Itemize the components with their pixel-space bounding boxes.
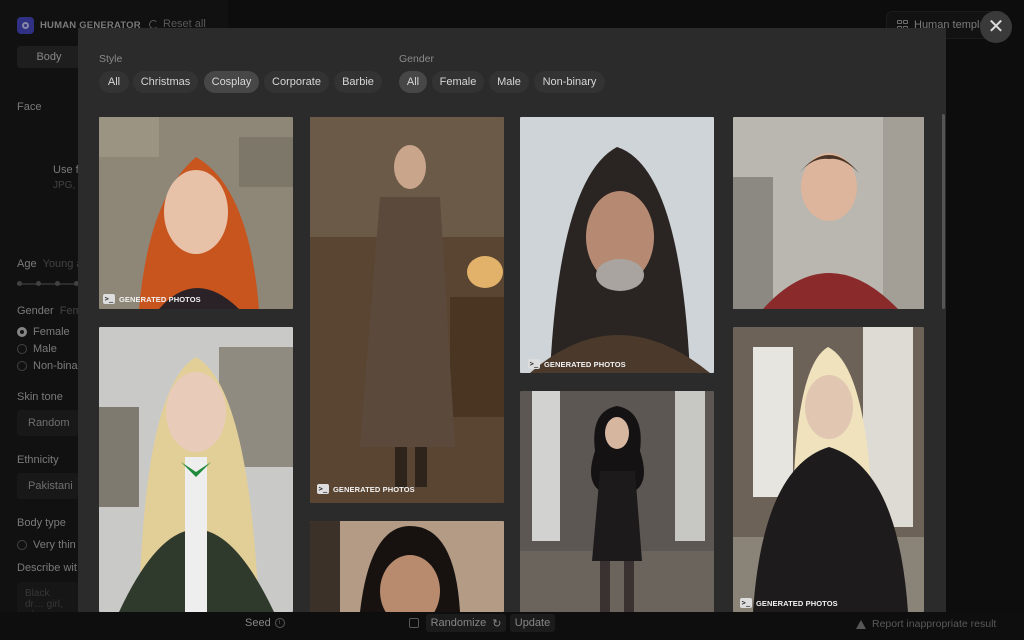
template-photo bbox=[99, 327, 293, 612]
template-card-4[interactable] bbox=[733, 117, 924, 309]
close-icon: ✕ bbox=[987, 16, 1005, 38]
watermark-icon: >_ bbox=[103, 294, 115, 304]
template-card-3[interactable]: >_ GENERATED PHOTOS bbox=[520, 117, 714, 373]
template-card-7[interactable] bbox=[520, 391, 714, 612]
template-photo bbox=[733, 327, 924, 612]
template-card-1[interactable]: >_ GENERATED PHOTOS bbox=[99, 117, 293, 309]
template-photo bbox=[99, 117, 293, 309]
template-photo bbox=[733, 117, 924, 309]
style-chip-barbie[interactable]: Barbie bbox=[334, 71, 382, 93]
template-photo bbox=[520, 391, 714, 612]
watermark-icon: >_ bbox=[740, 598, 752, 608]
style-filter-label: Style bbox=[99, 53, 123, 65]
style-chip-cosplay[interactable]: Cosplay bbox=[204, 71, 259, 93]
gender-chip-nonbinary[interactable]: Non-binary bbox=[534, 71, 605, 93]
gender-chip-female[interactable]: Female bbox=[432, 71, 484, 93]
watermark-icon: >_ bbox=[317, 484, 329, 494]
gender-chip-male[interactable]: Male bbox=[489, 71, 529, 93]
watermark-text: GENERATED PHOTOS bbox=[119, 294, 201, 304]
close-modal-button[interactable]: ✕ bbox=[980, 11, 1012, 43]
template-card-2[interactable]: >_ GENERATED PHOTOS bbox=[310, 117, 504, 503]
generated-photos-watermark: >_ GENERATED PHOTOS bbox=[103, 294, 201, 304]
generated-photos-watermark: >_ GENERATED PHOTOS bbox=[317, 484, 415, 494]
style-chip-all[interactable]: All bbox=[99, 71, 129, 93]
generated-photos-watermark: >_ GENERATED PHOTOS bbox=[740, 598, 838, 608]
gender-filter-label: Gender bbox=[399, 53, 435, 65]
gender-chip-all[interactable]: All bbox=[399, 71, 427, 93]
template-card-8[interactable]: >_ GENERATED PHOTOS bbox=[733, 327, 924, 612]
watermark-text: GENERATED PHOTOS bbox=[333, 484, 415, 494]
template-card-5[interactable] bbox=[99, 327, 293, 612]
style-chip-corporate[interactable]: Corporate bbox=[264, 71, 329, 93]
template-photo bbox=[310, 117, 504, 503]
watermark-text: GENERATED PHOTOS bbox=[756, 598, 838, 608]
generated-photos-watermark: >_ GENERATED PHOTOS bbox=[528, 359, 626, 369]
watermark-icon: >_ bbox=[528, 359, 540, 369]
style-chip-christmas[interactable]: Christmas bbox=[133, 71, 198, 93]
template-photo bbox=[520, 117, 714, 373]
template-photo bbox=[310, 521, 504, 612]
watermark-text: GENERATED PHOTOS bbox=[544, 359, 626, 369]
modal-scrollbar[interactable] bbox=[942, 114, 945, 309]
template-card-6[interactable] bbox=[310, 521, 504, 612]
templates-modal: Style All Christmas Cosplay Corporate Ba… bbox=[78, 28, 946, 612]
